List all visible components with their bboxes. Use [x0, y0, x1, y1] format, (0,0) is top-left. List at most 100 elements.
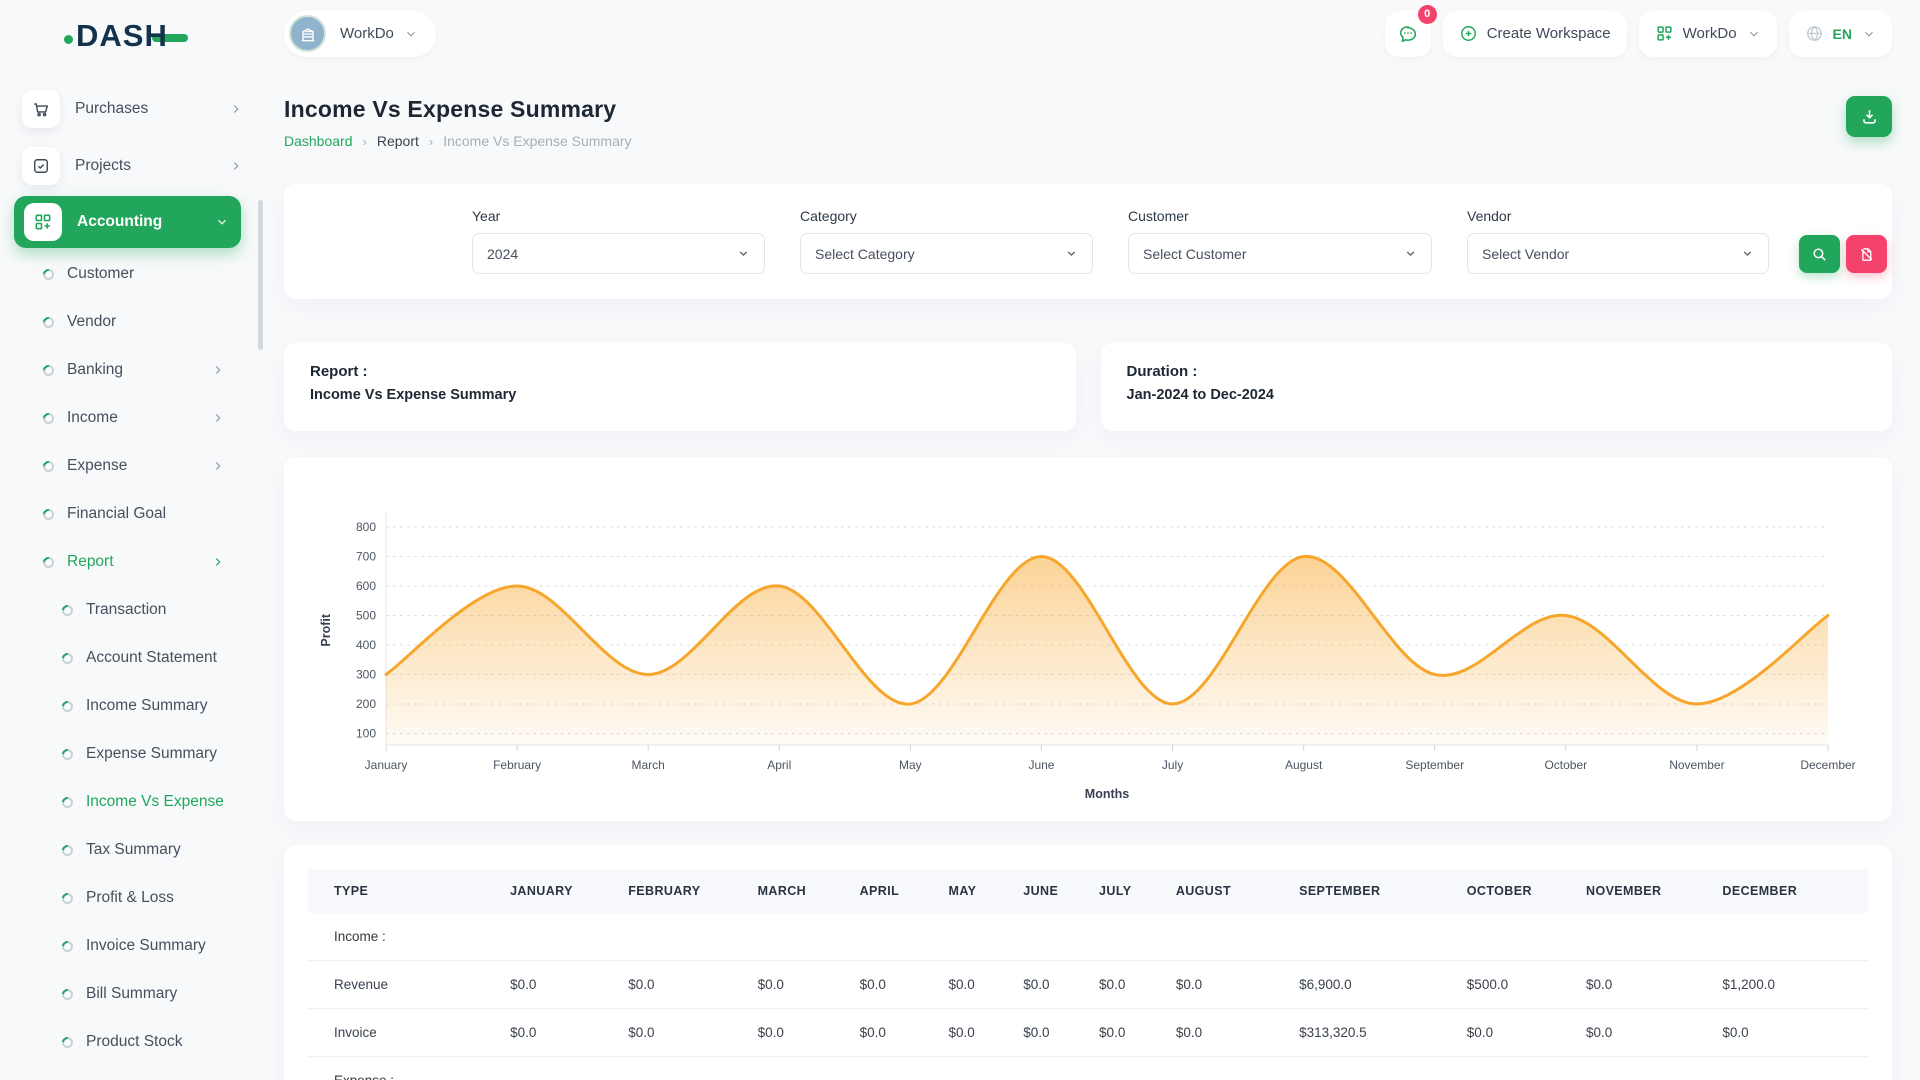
sidebar-item-account-statement[interactable]: Account Statement [0, 634, 265, 682]
vendor-select[interactable]: Select Vendor [1467, 233, 1769, 274]
building-icon [298, 24, 318, 44]
cell-value: $0.0 [628, 961, 757, 1009]
cell-value: $1,200.0 [1722, 961, 1868, 1009]
chart-x-axis-labels: JanuaryFebruaryMarchAprilMayJuneJulyAugu… [365, 745, 1856, 772]
table-row-revenue: Revenue$0.0$0.0$0.0$0.0$0.0$0.0$0.0$0.0$… [308, 961, 1868, 1009]
bullet-icon [62, 941, 73, 952]
chevron-right-icon [229, 102, 243, 116]
cell-value: $0.0 [1099, 1009, 1176, 1057]
sidebar-scrollbar[interactable] [258, 200, 263, 350]
grid-plus-icon [1655, 24, 1674, 43]
sidebar-item-label: Expense [67, 457, 211, 475]
sidebar-item-expense[interactable]: Expense [0, 442, 265, 490]
sidebar-item-label: Income Summary [86, 697, 225, 715]
grid-plus-icon [24, 203, 62, 241]
download-icon [1860, 107, 1879, 126]
svg-text:October: October [1544, 758, 1587, 772]
cell-value: $6,900.0 [1299, 961, 1467, 1009]
sidebar-item-product-stock[interactable]: Product Stock [0, 1018, 265, 1066]
sidebar-item-projects[interactable]: Projects [0, 137, 265, 194]
app-menu-label: WorkDo [1683, 25, 1737, 42]
profit-area-chart: 100200300400500600700800JanuaryFebruaryM… [308, 471, 1868, 815]
svg-text:100: 100 [356, 727, 376, 741]
sidebar-item-label: Vendor [67, 313, 225, 331]
table-section-expense: Expense : [308, 1057, 1868, 1080]
sidebar-item-accounting[interactable]: Accounting [14, 196, 241, 248]
svg-text:700: 700 [356, 550, 376, 564]
sidebar-item-label: Customer [67, 265, 225, 283]
sidebar-item-expense-summary[interactable]: Expense Summary [0, 730, 265, 778]
create-workspace-button[interactable]: Create Workspace [1443, 11, 1627, 57]
plus-circle-icon [1459, 24, 1478, 43]
breadcrumb-report[interactable]: Report [377, 133, 419, 149]
sidebar-item-customer[interactable]: Customer [0, 250, 265, 298]
column-header-february: FEBRUARY [628, 869, 757, 913]
breadcrumb-dashboard[interactable]: Dashboard [284, 133, 353, 149]
sidebar-item-purchases[interactable]: Purchases [0, 80, 265, 137]
topbar: WorkDo 0 Create Workspace WorkDo [284, 0, 1892, 60]
report-value: Income Vs Expense Summary [310, 387, 1050, 403]
cell-value: $0.0 [1467, 1009, 1586, 1057]
language-selector[interactable]: EN [1789, 11, 1892, 57]
sidebar-item-label: Profit & Loss [86, 889, 225, 907]
category-select[interactable]: Select Category [800, 233, 1093, 274]
app-logo[interactable]: DASH [0, 0, 265, 72]
workspace-switcher[interactable]: WorkDo [284, 11, 436, 57]
chevron-right-icon [229, 159, 243, 173]
messages-button[interactable]: 0 [1385, 11, 1431, 57]
sidebar-item-label: Bill Summary [86, 985, 225, 1003]
bullet-icon [62, 893, 73, 904]
svg-text:600: 600 [356, 579, 376, 593]
svg-text:300: 300 [356, 668, 376, 682]
bullet-icon [43, 317, 54, 328]
cell-value: $0.0 [628, 1009, 757, 1057]
sidebar-item-transaction[interactable]: Transaction [0, 586, 265, 634]
customer-select[interactable]: Select Customer [1128, 233, 1432, 274]
sidebar-item-income-vs-expense[interactable]: Income Vs Expense [0, 778, 265, 826]
year-label: Year [472, 208, 765, 224]
column-header-november: NOVEMBER [1586, 869, 1722, 913]
app-menu-button[interactable]: WorkDo [1639, 11, 1777, 57]
reset-filter-button[interactable] [1846, 235, 1887, 273]
column-header-may: MAY [949, 869, 1024, 913]
sidebar-item-bill-summary[interactable]: Bill Summary [0, 970, 265, 1018]
sidebar-item-financial-goal[interactable]: Financial Goal [0, 490, 265, 538]
sidebar-item-tax-summary[interactable]: Tax Summary [0, 826, 265, 874]
table-header-row: TYPEJANUARYFEBRUARYMARCHAPRILMAYJUNEJULY… [308, 869, 1868, 913]
chevron-right-icon [211, 363, 225, 377]
cell-value: $0.0 [1023, 961, 1099, 1009]
svg-text:July: July [1162, 758, 1183, 772]
breadcrumb: Dashboard › Report › Income Vs Expense S… [284, 133, 632, 149]
sidebar-item-cash-flow[interactable]: Cash Flow [0, 1066, 265, 1080]
year-select[interactable]: 2024 [472, 233, 765, 274]
sidebar-item-banking[interactable]: Banking [0, 346, 265, 394]
cell-value: $0.0 [1176, 961, 1299, 1009]
sidebar-item-invoice-summary[interactable]: Invoice Summary [0, 922, 265, 970]
sidebar-item-report[interactable]: Report [0, 538, 265, 586]
sidebar-item-income[interactable]: Income [0, 394, 265, 442]
sidebar-item-income-summary[interactable]: Income Summary [0, 682, 265, 730]
duration-label: Duration : [1127, 363, 1867, 380]
main-area: WorkDo 0 Create Workspace WorkDo [265, 0, 1920, 1080]
svg-text:April: April [767, 758, 791, 772]
page-header: Income Vs Expense Summary Dashboard › Re… [284, 96, 1892, 149]
sidebar-item-label: Projects [75, 157, 229, 175]
svg-text:February: February [493, 758, 541, 772]
report-label: Report : [310, 363, 1050, 380]
chat-icon [1397, 23, 1419, 45]
chevron-down-icon [1747, 27, 1761, 41]
sidebar-item-profit-loss[interactable]: Profit & Loss [0, 874, 265, 922]
apply-filter-button[interactable] [1799, 235, 1840, 273]
check-square-icon [22, 147, 60, 185]
cell-value: $0.0 [860, 961, 949, 1009]
breadcrumb-current: Income Vs Expense Summary [443, 133, 631, 149]
sidebar-item-label: Income [67, 409, 211, 427]
sidebar-item-label: Tax Summary [86, 841, 225, 859]
sidebar-item-label: Invoice Summary [86, 937, 225, 955]
column-header-january: JANUARY [510, 869, 628, 913]
section-label: Expense : [308, 1057, 1868, 1080]
breadcrumb-separator: › [429, 134, 433, 149]
bullet-icon [43, 413, 54, 424]
sidebar-item-vendor[interactable]: Vendor [0, 298, 265, 346]
download-button[interactable] [1846, 96, 1892, 137]
